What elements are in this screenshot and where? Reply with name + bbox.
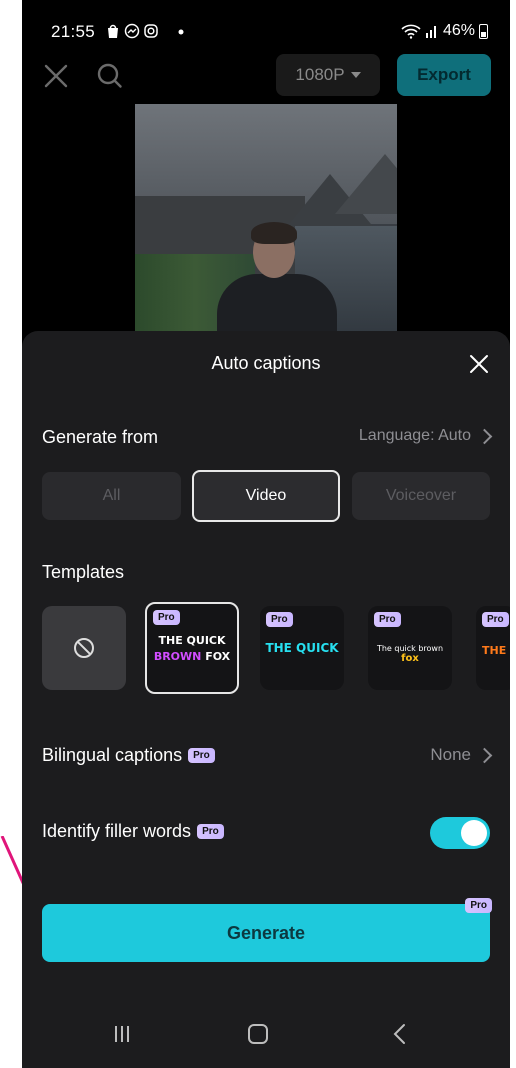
status-right: 46% — [401, 22, 488, 40]
source-option-video[interactable]: Video — [192, 470, 340, 522]
sheet-title: Auto captions — [211, 353, 321, 373]
resolution-dropdown[interactable]: 1080P — [276, 54, 380, 96]
template-text-value: THE QUICK — [265, 641, 339, 655]
back-icon[interactable] — [392, 1023, 406, 1045]
resolution-value: 1080P — [295, 65, 345, 84]
video-preview[interactable] — [135, 104, 397, 344]
messenger-icon — [124, 23, 140, 39]
generate-button[interactable]: Generate Pro — [42, 898, 492, 962]
template-text: THE — [482, 644, 507, 657]
source-option-voiceover[interactable]: Voiceover — [352, 472, 490, 520]
close-icon[interactable] — [468, 353, 490, 375]
battery-percent: 46% — [442, 22, 475, 39]
close-icon[interactable] — [42, 62, 70, 90]
template-text-a: The quick brown — [376, 644, 444, 653]
pro-badge: Pro — [465, 898, 492, 913]
generate-from-label: Generate from — [42, 427, 159, 447]
preview-person-hair — [251, 222, 297, 244]
wifi-icon — [401, 24, 421, 39]
export-button[interactable]: Export — [397, 54, 491, 96]
pro-badge: Pro — [153, 610, 180, 625]
chevron-right-icon — [476, 747, 493, 763]
language-selector[interactable]: Language: Auto — [358, 427, 493, 445]
source-option-all[interactable]: All — [42, 472, 181, 520]
system-nav-bar — [22, 1005, 510, 1068]
filler-words-row: Identify filler words Pro — [42, 821, 224, 842]
template-line-1: THE QUICK — [158, 634, 226, 647]
editor-toolbar: 1080P Export — [22, 52, 510, 100]
shopping-bag-icon — [108, 24, 118, 38]
template-quick-brown-fox-yellow[interactable]: Pro The quick brown fox — [368, 606, 452, 690]
template-quick-brown-fox[interactable]: Pro THE QUICK BROWN FOX — [145, 602, 239, 694]
signal-icon — [425, 26, 436, 38]
pro-badge: Pro — [482, 612, 509, 627]
bilingual-captions-label: Bilingual captions — [42, 745, 183, 765]
pro-badge: Pro — [266, 612, 293, 627]
filler-words-toggle[interactable] — [430, 817, 490, 849]
templates-label: Templates — [42, 562, 125, 582]
language-value: Language: Auto — [358, 427, 471, 444]
chevron-right-icon — [476, 428, 493, 444]
template-the-quick-cyan[interactable]: Pro THE QUICK — [260, 606, 344, 690]
caret-down-icon — [350, 72, 361, 78]
search-icon[interactable] — [96, 62, 124, 90]
auto-captions-sheet: Auto captions Generate from Language: Au… — [22, 331, 510, 1068]
bilingual-captions-row[interactable]: Bilingual captions Pro — [42, 745, 215, 766]
toggle-knob — [461, 820, 487, 846]
preview-roof — [335, 154, 397, 214]
generate-label: Generate — [226, 922, 306, 943]
pro-badge: Pro — [197, 824, 224, 839]
template-text: THE QUICK — [260, 641, 344, 655]
bilingual-captions-value[interactable]: None — [430, 745, 493, 765]
filler-words-label: Identify filler words — [42, 821, 192, 841]
template-line-2a: BROWN — [153, 650, 202, 663]
no-template-icon — [74, 638, 94, 658]
status-time: 21:55 — [51, 22, 96, 41]
template-none[interactable] — [42, 606, 126, 690]
bilingual-value: None — [430, 745, 471, 764]
pro-badge: Pro — [374, 612, 401, 627]
template-line-2: BROWN FOX — [147, 650, 237, 663]
battery-icon — [479, 23, 488, 39]
instagram-icon — [144, 24, 158, 38]
template-line-2b: FOX — [205, 650, 231, 663]
template-text-b: fox — [401, 653, 419, 664]
recents-icon[interactable] — [114, 1025, 130, 1043]
template-the-orange[interactable]: Pro THE — [476, 606, 510, 690]
notification-dot-icon — [178, 29, 184, 35]
pro-badge: Pro — [188, 748, 215, 763]
template-text: The quick brown fox — [368, 644, 452, 664]
phone-screen: 21:55 46% 1080P Export Auto captions Gen… — [22, 0, 510, 1068]
home-icon[interactable] — [248, 1024, 268, 1044]
